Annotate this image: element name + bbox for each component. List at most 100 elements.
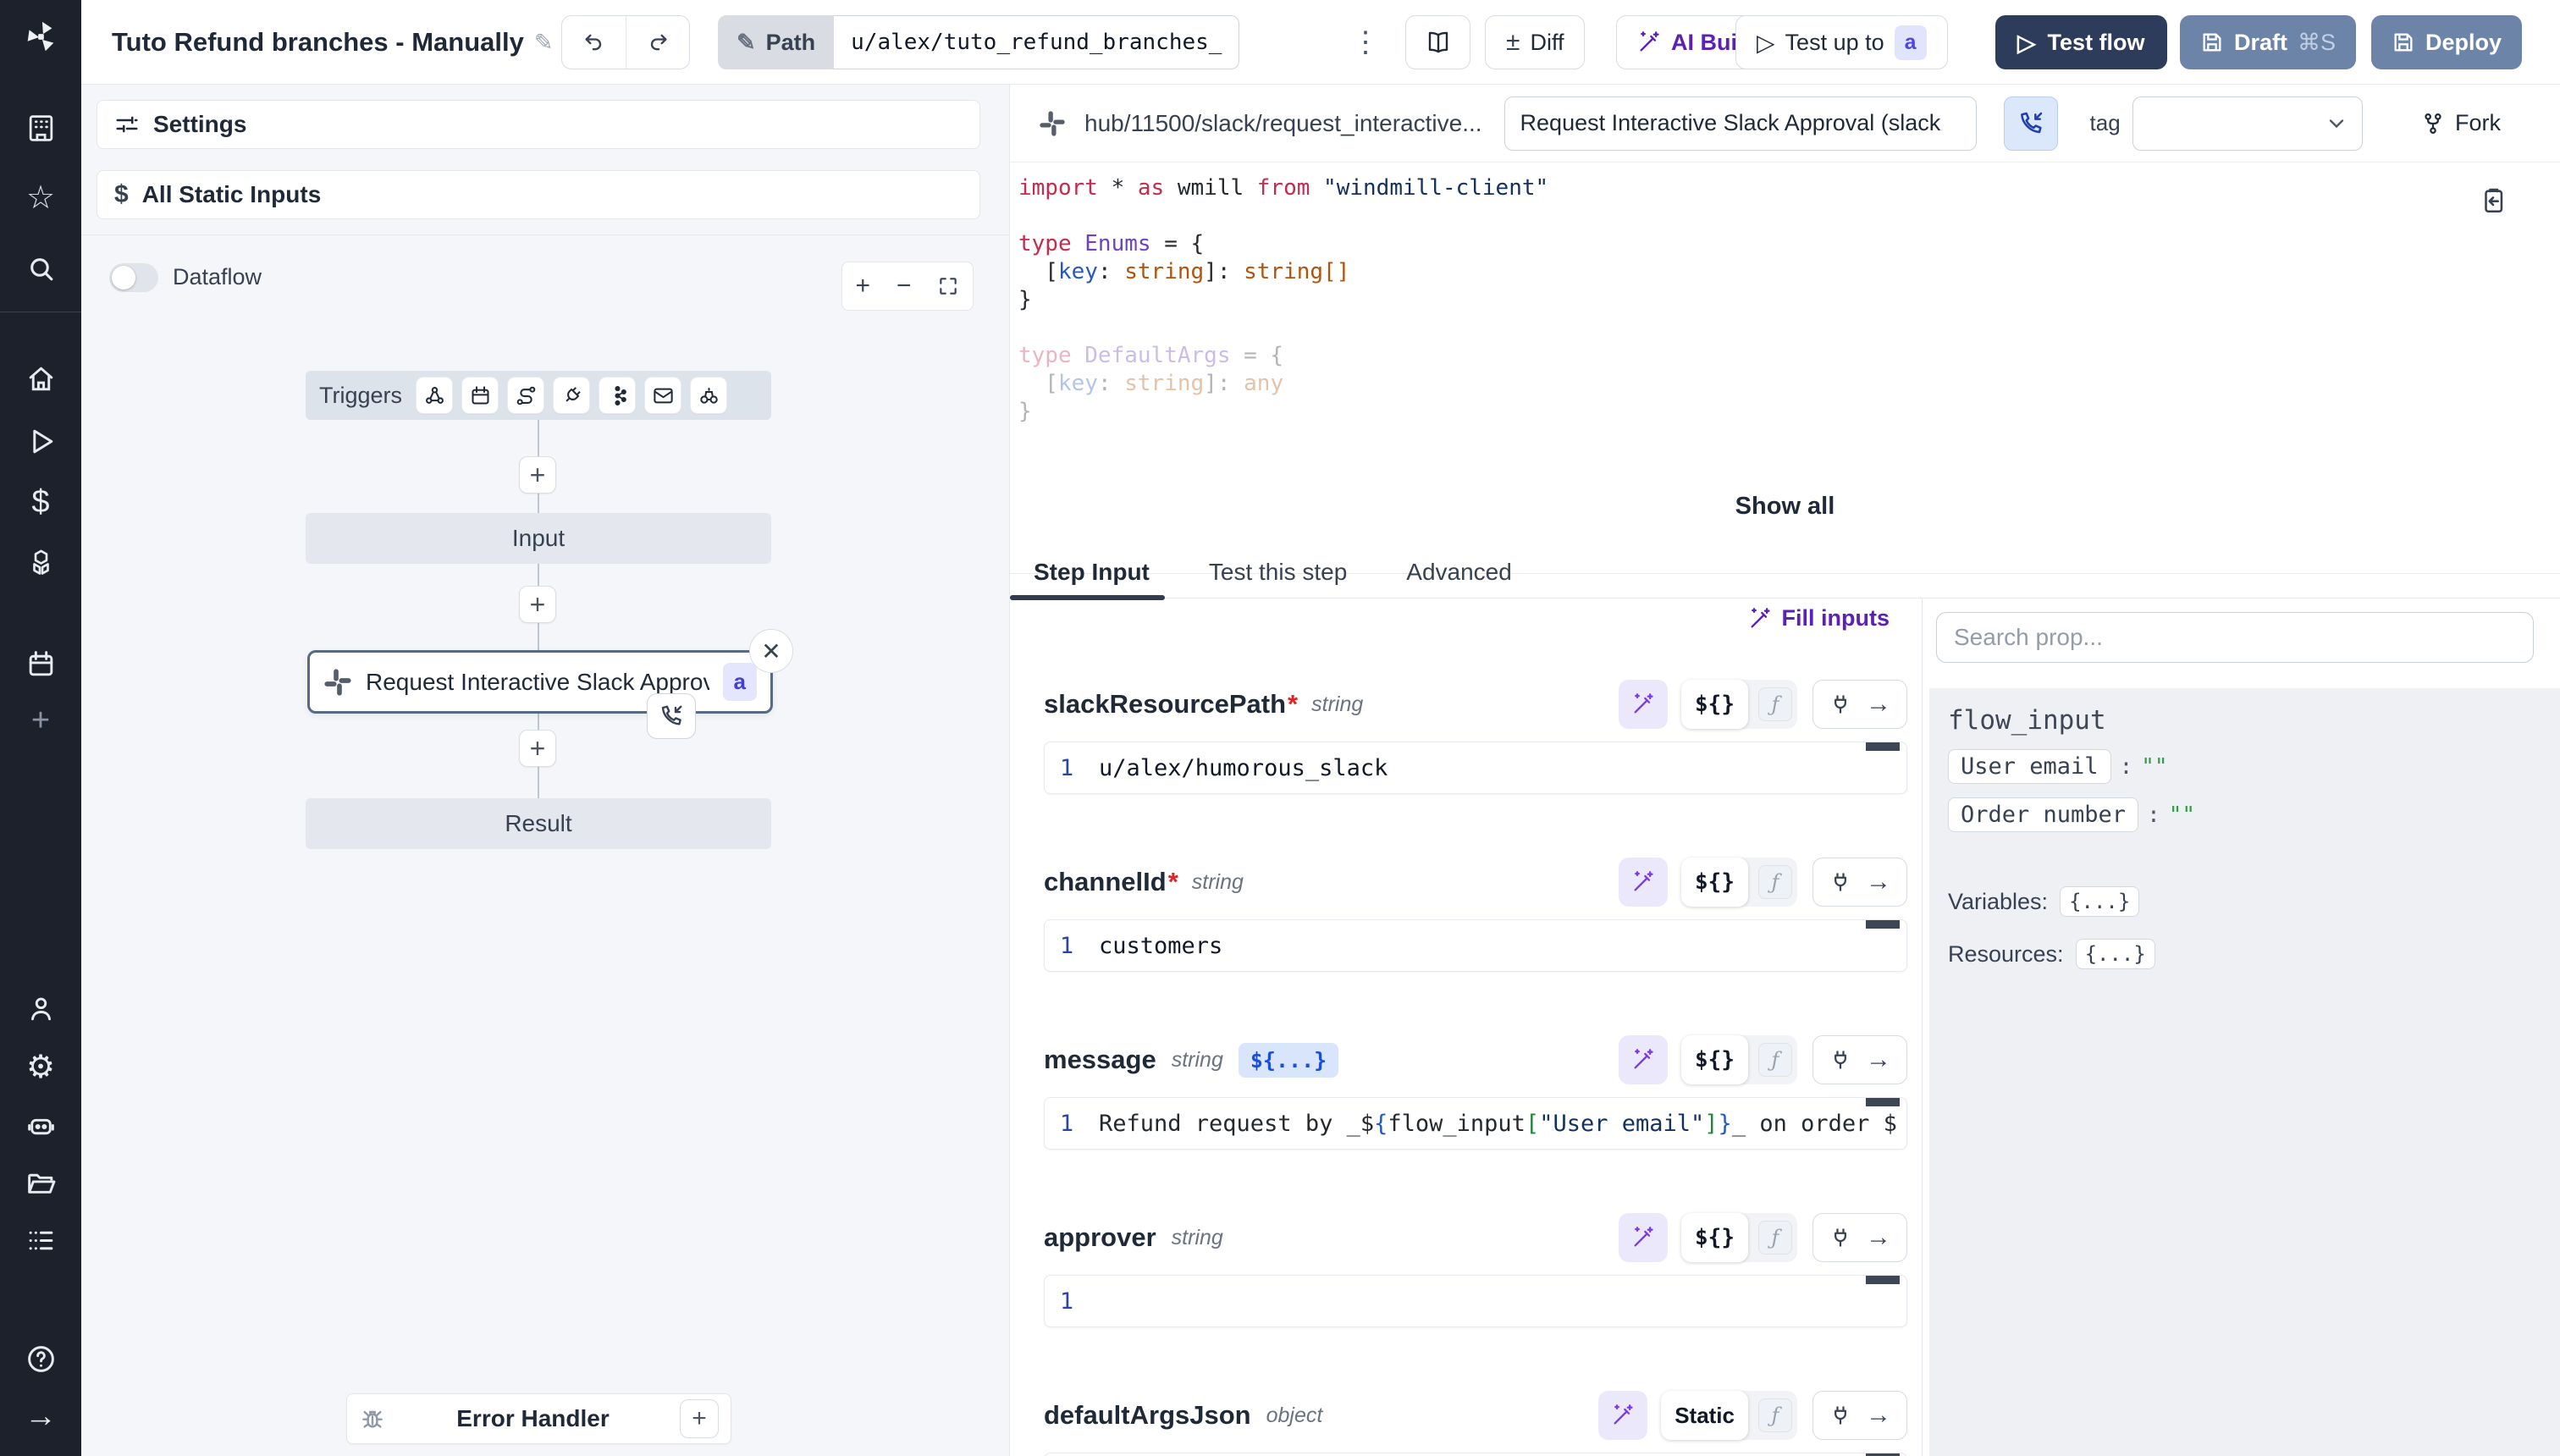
path-input[interactable]: u/alex/tuto_refund_branches_	[834, 15, 1239, 69]
step-node-slack-approval[interactable]: Request Interactive Slack Approval (... …	[307, 650, 773, 714]
mode-toggle-button[interactable]: ${}	[1681, 858, 1748, 907]
schedule-trigger-button[interactable]	[461, 377, 499, 414]
tab-step-input[interactable]: Step Input	[1032, 546, 1151, 598]
ai-fill-button[interactable]	[1598, 1391, 1647, 1440]
connect-input-button[interactable]: →	[1812, 1213, 1907, 1262]
email-trigger-button[interactable]	[644, 377, 681, 414]
sidebar-item-help[interactable]	[0, 1334, 81, 1383]
add-step-button-top[interactable]: +	[519, 456, 556, 494]
fit-view-button[interactable]	[937, 275, 959, 297]
sidebar-item-audit-logs[interactable]	[0, 1216, 81, 1265]
kafka-trigger-button[interactable]	[599, 377, 636, 414]
expression-button[interactable]: ƒ	[1758, 865, 1792, 899]
sidebar-item-favorites[interactable]: ☆	[0, 174, 81, 223]
sidebar-item-search[interactable]	[0, 244, 81, 293]
prop-order-number[interactable]: Order number : ""	[1948, 797, 2560, 832]
sidebar-item-runs[interactable]	[0, 416, 81, 466]
poll-trigger-button[interactable]	[690, 377, 727, 414]
ai-fill-button[interactable]	[1619, 1213, 1668, 1262]
connect-input-button[interactable]: →	[1812, 1035, 1907, 1084]
wand-icon	[1631, 870, 1655, 894]
edit-title-icon[interactable]: ✎	[534, 30, 554, 56]
sidebar-item-create[interactable]: +	[0, 696, 81, 745]
expression-button[interactable]: ƒ	[1758, 1221, 1792, 1255]
tab-test-this-step[interactable]: Test this step	[1207, 546, 1349, 598]
error-handler-node[interactable]: Error Handler +	[346, 1393, 731, 1444]
suspend-approval-icon[interactable]	[647, 693, 696, 739]
tab-advanced[interactable]: Advanced	[1404, 546, 1514, 598]
value-editor[interactable]: 1 customers	[1044, 919, 1907, 972]
docs-button[interactable]	[1405, 15, 1470, 69]
websocket-trigger-button[interactable]	[553, 377, 590, 414]
sidebar-item-schedules[interactable]	[0, 639, 81, 688]
search-prop-input[interactable]	[1954, 624, 2516, 651]
zoom-in-button[interactable]: +	[855, 272, 870, 301]
http-route-trigger-button[interactable]	[507, 377, 544, 414]
sidebar-item-home[interactable]	[0, 354, 81, 403]
mode-toggle-button[interactable]: ${}	[1681, 1035, 1748, 1084]
ai-fill-button[interactable]	[1619, 858, 1668, 907]
connect-input-button[interactable]: →	[1812, 858, 1907, 907]
all-static-inputs-button[interactable]: $ All Static Inputs	[97, 170, 980, 219]
connect-input-button[interactable]: →	[1812, 1391, 1907, 1440]
show-all-button[interactable]: Show all	[1010, 493, 2560, 521]
draft-button[interactable]: Draft ⌘S	[2180, 15, 2356, 69]
suspend-approval-toggle[interactable]	[2004, 97, 2058, 151]
value-editor[interactable]: 1	[1044, 1453, 1907, 1456]
value-editor[interactable]: 1 Refund request by _${flow_input["User …	[1044, 1097, 1907, 1150]
connect-input-button[interactable]: →	[1812, 680, 1907, 729]
ai-fill-button[interactable]	[1619, 1035, 1668, 1084]
tag-select[interactable]	[2132, 97, 2363, 151]
fill-inputs-button[interactable]: Fill inputs	[1748, 605, 1890, 631]
test-up-to-button[interactable]: ▷ Test up to a	[1735, 15, 1948, 69]
redo-button[interactable]	[626, 16, 689, 69]
flow-input-root[interactable]: flow_input	[1948, 705, 2560, 736]
fork-button[interactable]: Fork	[2421, 110, 2501, 136]
value-editor[interactable]: 1	[1044, 1275, 1907, 1327]
resources-row[interactable]: Resources: {...}	[1948, 939, 2560, 969]
webhook-trigger-button[interactable]	[416, 377, 453, 414]
search-prop-box[interactable]	[1936, 612, 2534, 663]
flow-settings-button[interactable]: Settings	[97, 100, 980, 149]
diff-button[interactable]: ± Diff	[1485, 15, 1585, 69]
sidebar-item-account[interactable]	[0, 984, 81, 1033]
sidebar-item-settings[interactable]: ⚙	[0, 1043, 81, 1092]
step-summary-input[interactable]: Request Interactive Slack Approval (slac…	[1504, 97, 1977, 151]
expression-button[interactable]: ƒ	[1758, 1398, 1792, 1432]
copy-code-button[interactable]	[2479, 186, 2508, 215]
value-editor[interactable]: 1 u/alex/humorous_slack	[1044, 742, 1907, 794]
expression-button[interactable]: ƒ	[1758, 687, 1792, 721]
expression-button[interactable]: ƒ	[1758, 1043, 1792, 1077]
zoom-out-button[interactable]: −	[897, 272, 912, 301]
more-menu[interactable]: ⋮	[1351, 15, 1380, 69]
prop-user-email[interactable]: User email : ""	[1948, 749, 2560, 784]
mode-toggle-button[interactable]: ${}	[1681, 680, 1748, 729]
sidebar-item-workers[interactable]	[0, 1100, 81, 1150]
mode-toggle-button[interactable]: Static	[1661, 1391, 1748, 1440]
path-chip[interactable]: ✎ Path	[718, 15, 834, 69]
sidebar-item-resources[interactable]	[0, 538, 81, 587]
variables-row[interactable]: Variables: {...}	[1948, 886, 2560, 917]
cubes-icon	[25, 548, 57, 579]
windmill-logo[interactable]	[0, 8, 81, 64]
input-node[interactable]: Input	[306, 513, 771, 564]
deploy-button[interactable]: Deploy	[2371, 15, 2522, 69]
add-error-handler-button[interactable]: +	[680, 1399, 719, 1438]
undo-button[interactable]	[562, 16, 626, 69]
triggers-node[interactable]: Triggers	[306, 371, 771, 420]
add-step-button-middle[interactable]: +	[519, 586, 556, 623]
sidebar-item-variables[interactable]: $	[0, 477, 81, 527]
delete-step-button[interactable]: ✕	[749, 629, 793, 673]
sidebar-item-folders[interactable]	[0, 1158, 81, 1207]
add-step-button-bottom[interactable]: +	[519, 730, 556, 767]
result-node[interactable]: Result	[306, 798, 771, 849]
mode-toggle-button[interactable]: ${}	[1681, 1213, 1748, 1262]
sidebar-item-expand[interactable]: →	[0, 1392, 81, 1441]
hub-script-path[interactable]: hub/11500/slack/request_interactive...	[1084, 110, 1482, 137]
dataflow-toggle[interactable]	[109, 263, 158, 292]
ai-fill-button[interactable]	[1619, 680, 1668, 729]
sidebar-item-workspace[interactable]	[0, 103, 81, 152]
code-preview[interactable]: import * as wmill from "windmill-client"…	[1010, 163, 2560, 574]
robot-icon	[25, 1110, 57, 1141]
test-flow-button[interactable]: ▷ Test flow	[1995, 15, 2167, 69]
